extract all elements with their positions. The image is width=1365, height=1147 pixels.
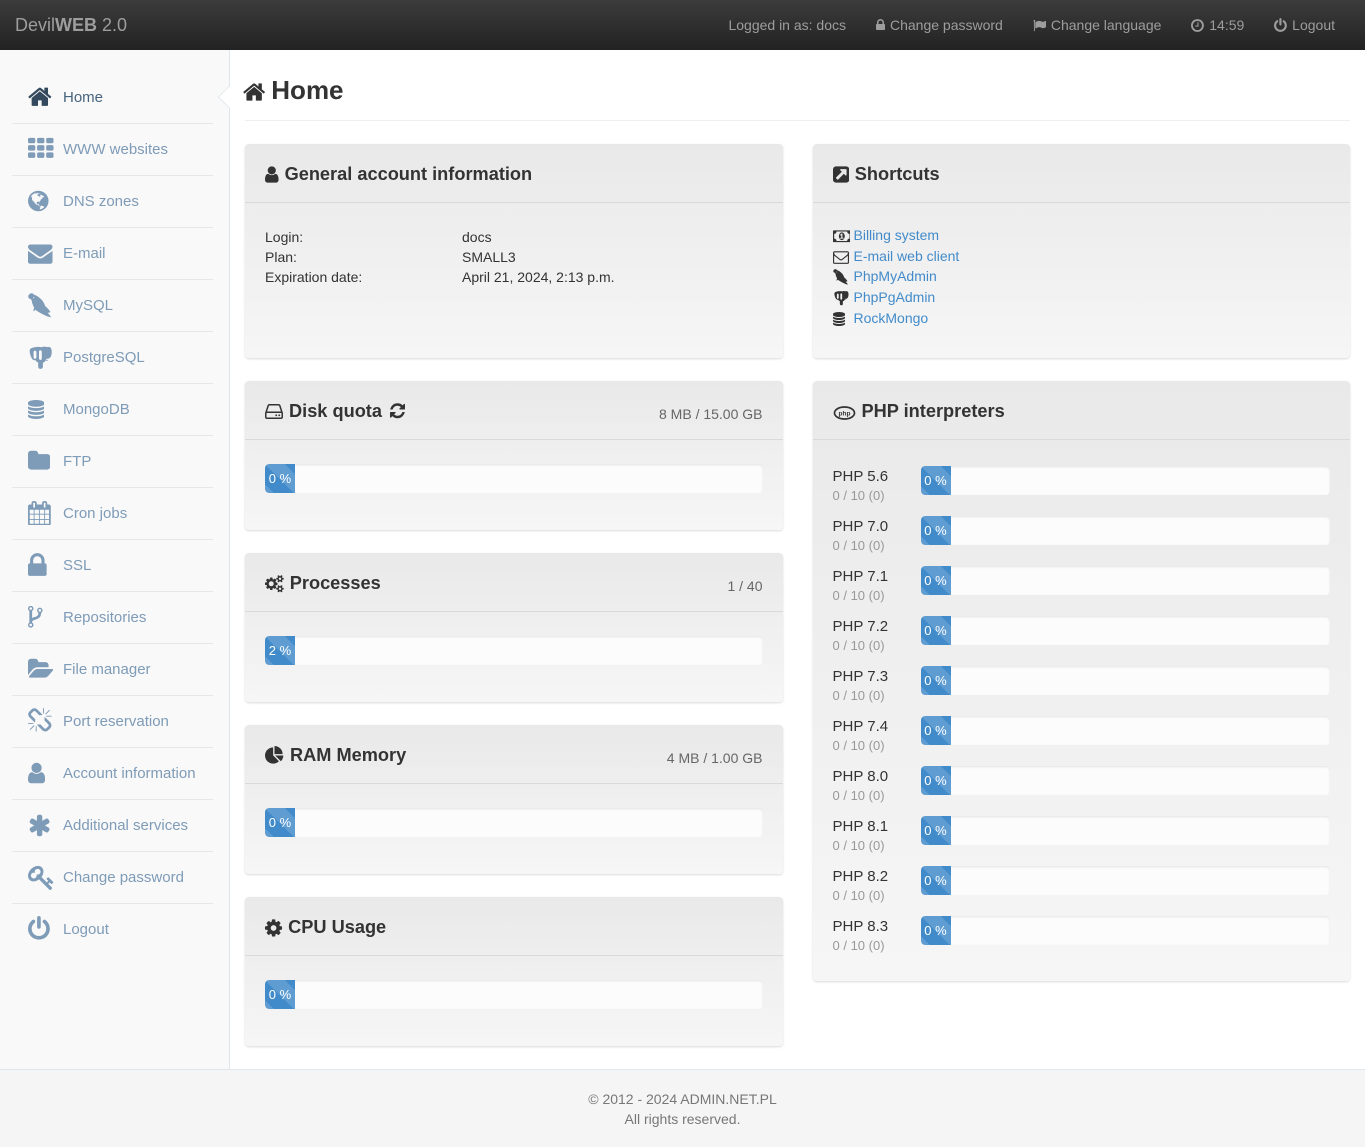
svg-text:php: php <box>838 411 850 418</box>
